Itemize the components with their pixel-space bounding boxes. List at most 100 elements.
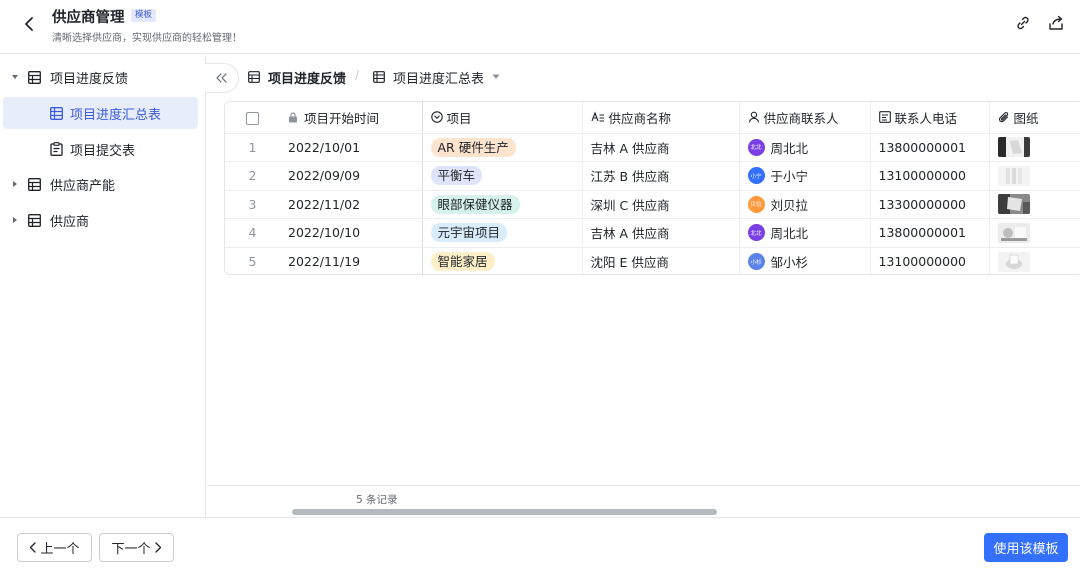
sidebar-item-progress-summary[interactable]: 项目进度汇总表 — [3, 97, 198, 129]
prev-label: 上一个 — [40, 542, 80, 557]
contact-name: 于小宁 — [770, 169, 809, 185]
drawing-thumbnail[interactable] — [997, 251, 1030, 272]
contact-name: 刘贝拉 — [770, 197, 809, 213]
column-header-supplier-name[interactable]: 供应商名称 — [582, 102, 740, 134]
drawing-thumbnail[interactable] — [997, 194, 1030, 215]
page-subtitle: 清晰选择供应商，实现供应商的轻松管理！ — [52, 33, 242, 44]
main-content: 项目进度反馈 / 项目进度汇总表 项目开始时间 项目 供应商名称 供应商联系人 … — [205, 55, 1080, 517]
breadcrumb-view[interactable]: 项目进度汇总表 — [373, 67, 508, 87]
cell-phone[interactable]: 13100000000 — [870, 161, 990, 191]
cell-start-date[interactable]: 2022/09/09 — [280, 161, 423, 191]
table-row[interactable]: 2 2022/09/09 平衡车 江苏 B 供应商 小宁 于小宁 13100000… — [225, 161, 1080, 191]
table-view-icon — [373, 71, 393, 83]
cell-start-date[interactable]: 2022/11/02 — [280, 190, 423, 219]
cell-phone[interactable]: 13100000000 — [870, 247, 990, 274]
cell-start-date[interactable]: 2022/11/19 — [280, 247, 423, 274]
avatar: 小杉 — [747, 253, 765, 270]
drawing-thumbnail[interactable] — [997, 137, 1030, 158]
column-header-start-date[interactable]: 项目开始时间 — [280, 102, 423, 134]
sidebar-item-label: 供应商产能 — [50, 178, 116, 194]
row-number: 2 — [225, 161, 280, 191]
cell-project[interactable]: AR 硬件生产 — [422, 133, 583, 162]
sidebar-item-project-submit[interactable]: 项目提交表 — [3, 133, 198, 165]
chevron-right-icon — [154, 542, 162, 553]
sidebar-item-label: 供应商 — [50, 214, 90, 230]
grid-table-icon — [27, 70, 41, 84]
grid-table-icon — [27, 177, 41, 191]
collapse-sidebar-icon[interactable] — [205, 63, 239, 93]
single-select-icon — [430, 111, 443, 123]
lock-icon — [288, 112, 298, 123]
cell-contact[interactable]: 北北 周北北 — [739, 218, 871, 248]
cell-project[interactable]: 眼部保健仪器 — [422, 190, 583, 219]
table-footer: 5 条记录 — [207, 485, 1080, 517]
sidebar-item-label: 项目进度反馈 — [50, 71, 129, 87]
table-row[interactable]: 3 2022/11/02 眼部保健仪器 深圳 C 供应商 贝拉 刘贝拉 13300… — [225, 190, 1080, 219]
avatar: 小宁 — [747, 167, 765, 185]
back-arrow-icon[interactable] — [18, 13, 40, 35]
column-header-contact[interactable]: 供应商联系人 — [739, 102, 871, 134]
table-header-row: 项目开始时间 项目 供应商名称 供应商联系人 联系人电话 图纸 — [225, 102, 1080, 134]
breadcrumb-table[interactable]: 项目进度反馈 — [248, 67, 346, 87]
cell-drawing[interactable] — [989, 218, 1080, 248]
column-header-label: 供应商联系人 — [763, 110, 839, 126]
cell-project[interactable]: 元宇宙项目 — [422, 218, 583, 248]
cell-drawing[interactable] — [989, 133, 1080, 162]
form-icon — [49, 142, 63, 156]
share-icon[interactable] — [1047, 14, 1065, 32]
sidebar: 项目进度反馈 项目进度汇总表 项目提交表 供应商产能 供应商 — [0, 55, 206, 517]
caret-down-icon[interactable] — [10, 72, 20, 82]
project-tag: AR 硬件生产 — [430, 137, 516, 157]
column-header-project[interactable]: 项目 — [422, 102, 583, 134]
chevron-down-icon[interactable] — [492, 74, 508, 80]
phone-field-icon — [878, 111, 891, 124]
caret-right-icon[interactable] — [10, 179, 20, 189]
cell-contact[interactable]: 小宁 于小宁 — [739, 161, 871, 191]
horizontal-scrollbar[interactable] — [292, 509, 717, 515]
column-header-drawings[interactable]: 图纸 — [989, 102, 1080, 134]
cell-start-date[interactable]: 2022/10/10 — [280, 218, 423, 248]
cell-supplier[interactable]: 吉林 A 供应商 — [582, 218, 740, 248]
table-row[interactable]: 1 2022/10/01 AR 硬件生产 吉林 A 供应商 北北 周北北 1380… — [225, 133, 1080, 162]
cell-project[interactable]: 智能家居 — [422, 247, 583, 274]
column-header-label: 图纸 — [1013, 110, 1039, 126]
use-template-button[interactable]: 使用该模板 — [984, 533, 1068, 562]
sidebar-item-supplier[interactable]: 供应商 — [3, 204, 198, 236]
cell-start-date[interactable]: 2022/10/01 — [280, 133, 423, 162]
cell-contact[interactable]: 北北 周北北 — [739, 133, 871, 162]
sidebar-item-supplier-capacity[interactable]: 供应商产能 — [3, 168, 198, 200]
cell-drawing[interactable] — [989, 161, 1080, 191]
bottom-bar: 上一个 下一个 使用该模板 — [0, 517, 1080, 571]
cell-drawing[interactable] — [989, 247, 1080, 274]
column-header-phone[interactable]: 联系人电话 — [870, 102, 990, 134]
table-view-icon — [49, 106, 63, 120]
cell-supplier[interactable]: 吉林 A 供应商 — [582, 133, 740, 162]
cell-project[interactable]: 平衡车 — [422, 161, 583, 191]
contact-name: 周北北 — [770, 226, 809, 242]
cell-supplier[interactable]: 江苏 B 供应商 — [582, 161, 740, 191]
caret-right-icon[interactable] — [10, 215, 20, 225]
table-icon — [248, 71, 268, 83]
cell-supplier[interactable]: 深圳 C 供应商 — [582, 190, 740, 219]
sidebar-item-progress-feedback[interactable]: 项目进度反馈 — [3, 61, 198, 93]
column-header-label: 联系人电话 — [894, 110, 958, 126]
sidebar-item-label: 项目提交表 — [70, 143, 136, 159]
drawing-thumbnail[interactable] — [997, 222, 1030, 243]
prev-button[interactable]: 上一个 — [17, 533, 92, 562]
breadcrumb-table-label: 项目进度反馈 — [268, 71, 347, 87]
avatar: 北北 — [747, 138, 765, 156]
cell-supplier[interactable]: 沈阳 E 供应商 — [582, 247, 740, 274]
cell-phone[interactable]: 13800000001 — [870, 218, 990, 248]
drawing-thumbnail[interactable] — [997, 165, 1030, 186]
cell-phone[interactable]: 13800000001 — [870, 133, 990, 162]
cell-phone[interactable]: 13300000000 — [870, 190, 990, 219]
cell-contact[interactable]: 小杉 邹小杉 — [739, 247, 871, 274]
link-icon[interactable] — [1014, 14, 1032, 32]
next-button[interactable]: 下一个 — [99, 533, 174, 562]
table-row[interactable]: 4 2022/10/10 元宇宙项目 吉林 A 供应商 北北 周北北 138000… — [225, 218, 1080, 248]
table-row[interactable]: 5 2022/11/19 智能家居 沈阳 E 供应商 小杉 邹小杉 1310000… — [225, 247, 1080, 274]
cell-contact[interactable]: 贝拉 刘贝拉 — [739, 190, 871, 219]
person-icon — [748, 111, 760, 123]
cell-drawing[interactable] — [989, 190, 1080, 219]
select-all-checkbox[interactable] — [225, 102, 280, 134]
